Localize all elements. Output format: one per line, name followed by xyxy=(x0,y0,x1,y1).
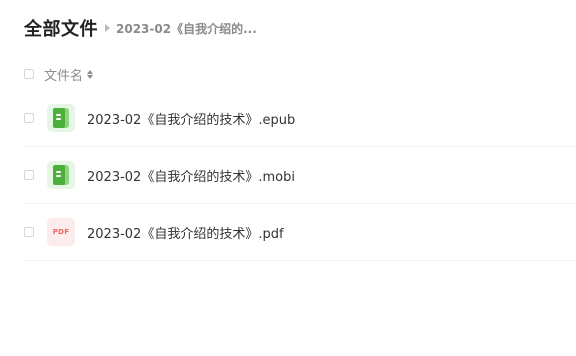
select-all-checkbox[interactable] xyxy=(24,69,34,79)
breadcrumb-root-all-files[interactable]: 全部文件 xyxy=(24,15,98,41)
book-icon xyxy=(47,161,75,189)
file-name[interactable]: 2023-02《自我介绍的技术》.epub xyxy=(87,109,295,128)
row-checkbox[interactable] xyxy=(24,227,34,237)
file-name[interactable]: 2023-02《自我介绍的技术》.pdf xyxy=(87,223,284,242)
pdf-icon: PDF xyxy=(47,218,75,246)
file-row[interactable]: PDF 2023-02《自我介绍的技术》.pdf xyxy=(24,204,576,261)
file-row[interactable]: 2023-02《自我介绍的技术》.mobi xyxy=(24,147,576,204)
breadcrumb-current-folder: 2023-02《自我介绍的... xyxy=(116,21,257,36)
file-browser: 全部文件 2023-02《自我介绍的... 文件名 2023-02《自我介绍的技… xyxy=(0,0,576,356)
chevron-right-icon xyxy=(105,24,110,32)
book-icon xyxy=(47,104,75,132)
row-checkbox[interactable] xyxy=(24,113,34,123)
breadcrumb: 全部文件 2023-02《自我介绍的... xyxy=(24,14,257,42)
file-row[interactable]: 2023-02《自我介绍的技术》.epub xyxy=(24,90,576,147)
file-name[interactable]: 2023-02《自我介绍的技术》.mobi xyxy=(87,166,295,185)
list-header: 文件名 xyxy=(24,64,94,84)
column-header-filename[interactable]: 文件名 xyxy=(44,65,83,84)
sort-icon[interactable] xyxy=(87,69,94,79)
pdf-icon-label: PDF xyxy=(52,228,70,236)
row-checkbox[interactable] xyxy=(24,170,34,180)
file-list: 2023-02《自我介绍的技术》.epub 2023-02《自我介绍的技术》.m… xyxy=(24,90,576,261)
